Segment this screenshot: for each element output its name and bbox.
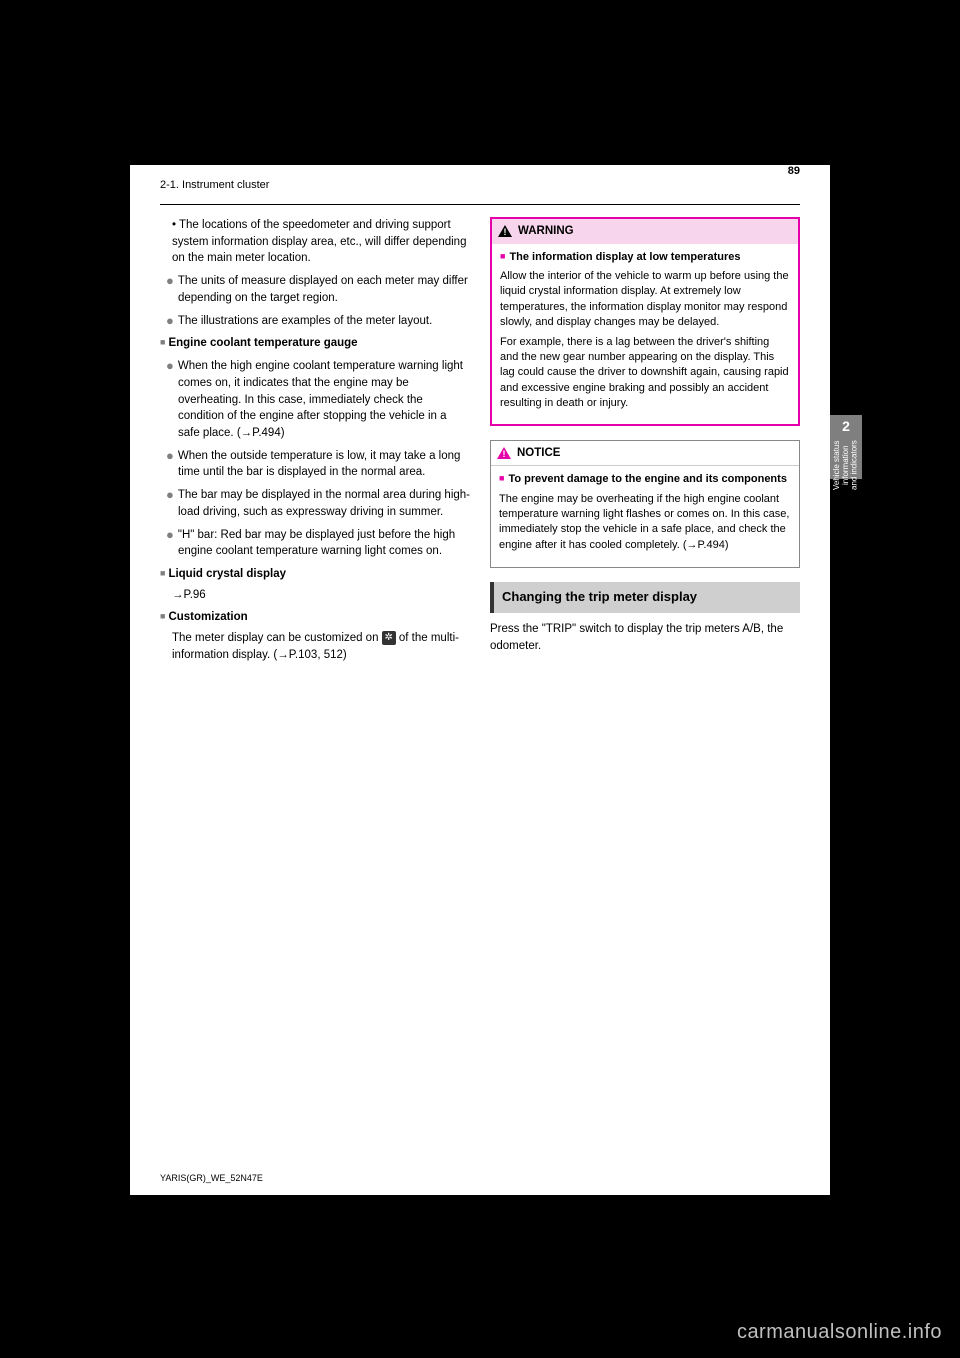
notice-label: NOTICE [517,445,560,462]
bullet-icon: ● [166,358,174,373]
bullet-icon: ● [166,487,174,502]
sub-bullet-text: When the outside temperature is low, it … [178,450,461,479]
warning-triangle-icon [498,225,512,237]
warning-item-heading: ■The information display at low temperat… [500,250,790,265]
square-icon: ■ [500,251,505,261]
gear-icon: ✲ [382,631,396,645]
warning-header: WARNING [492,219,798,244]
page-number: 89 [788,165,800,177]
manual-page: 2-1. Instrument cluster 89 2 Vehicle sta… [130,165,830,1195]
chapter-tab: 2 Vehicle status information and indicat… [830,415,862,479]
bullet-text: The illustrations are examples of the me… [178,315,432,327]
notice-box: NOTICE ■To prevent damage to the engine … [490,440,800,569]
subsection-heading: ■Engine coolant temperature gauge [160,335,470,352]
left-column: • The locations of the speedometer and d… [160,217,470,667]
square-icon: ■ [160,568,165,578]
sub-bullet-item: ● When the high engine coolant temperatur… [160,356,470,442]
page-body: • The locations of the speedometer and d… [130,205,830,667]
square-icon: ■ [160,611,165,621]
bullet-icon: ● [166,448,174,463]
subsection-heading: ■Customization [160,609,470,626]
right-column: WARNING ■The information display at low … [490,217,800,667]
bullet-icon: ● [166,313,174,328]
section-body-text: Press the "TRIP" switch to display the t… [490,621,800,654]
warning-label: WARNING [518,223,574,240]
watermark: carmanualsonline.info [737,1321,942,1344]
section-breadcrumb: 2-1. Instrument cluster [160,179,269,191]
section-heading-bar: Changing the trip meter display [490,582,800,613]
sub-bullet-item: ● When the outside temperature is low, it… [160,446,470,482]
sub-bullet-item: ● "H" bar: Red bar may be displayed just … [160,525,470,561]
doc-code: YARIS(GR)_WE_52N47E [160,1173,263,1183]
bullet-item: ● The units of measure displayed on each … [160,271,470,307]
sub-bullet-text: "H" bar: Red bar may be displayed just b… [178,529,455,558]
intro-text: • The locations of the speedometer and d… [160,217,470,267]
bullet-icon: ● [166,527,174,542]
notice-body: ■To prevent damage to the engine and its… [491,466,799,567]
customization-text: The meter display can be customized on ✲… [160,630,470,663]
bullet-icon: ● [166,273,174,288]
page-header: 2-1. Instrument cluster 89 [160,165,800,205]
chapter-tab-label: Vehicle status information and indicator… [833,438,859,492]
warning-item-text: Allow the interior of the vehicle to war… [500,269,790,331]
sub-bullet-text: The bar may be displayed in the normal a… [178,489,470,518]
sub-bullet-item: ● The bar may be displayed in the normal … [160,485,470,521]
chapter-tab-number: 2 [833,419,859,434]
bullet-text: The units of measure displayed on each m… [178,275,468,304]
warning-body: ■The information display at low temperat… [492,244,798,424]
square-icon: ■ [499,473,504,483]
sub-body-text: When the high engine coolant temperature… [178,360,463,439]
warning-box: WARNING ■The information display at low … [490,217,800,426]
notice-header: NOTICE [491,441,799,467]
subsection-heading: ■Liquid crystal display [160,566,470,583]
cross-ref: →P.96 [160,587,470,604]
square-icon: ■ [160,337,165,347]
warning-item-text: For example, there is a lag between the … [500,335,790,412]
notice-item-heading: ■To prevent damage to the engine and its… [499,472,791,487]
notice-item-text: The engine may be overheating if the hig… [499,492,791,554]
bullet-item: ● The illustrations are examples of the m… [160,311,470,330]
notice-triangle-icon [497,447,511,459]
